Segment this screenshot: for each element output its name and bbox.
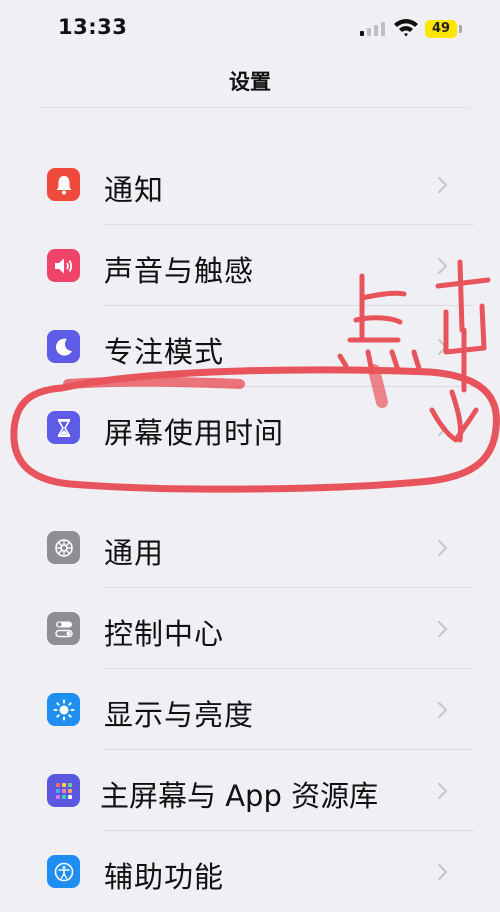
chevron-right-icon (437, 701, 448, 719)
moon-icon (47, 330, 80, 363)
gear-icon (47, 531, 80, 564)
chevron-right-icon (437, 257, 448, 275)
accessibility-icon (47, 855, 80, 888)
status-bar: 13:33 49 (0, 0, 500, 60)
settings-group-2: 通用 控制中心 显示与亮度 主屏幕与 App 资源库 辅助功能 (0, 507, 500, 912)
settings-row-label: 通知 (104, 173, 165, 207)
settings-row-label: 控制中心 (104, 617, 225, 651)
cellular-signal-icon (360, 22, 385, 36)
settings-row-display[interactable]: 显示与亮度 (0, 669, 500, 750)
settings-row-label: 显示与亮度 (104, 698, 255, 732)
chevron-right-icon (437, 863, 448, 881)
sun-icon (47, 693, 80, 726)
settings-row-accessibility[interactable]: 辅助功能 (0, 831, 500, 912)
hourglass-icon (47, 411, 80, 444)
chevron-right-icon (437, 620, 448, 638)
page-title: 设置 (229, 70, 271, 94)
chevron-right-icon (437, 176, 448, 194)
settings-row-label: 声音与触感 (104, 254, 255, 288)
chevron-right-icon (437, 782, 448, 800)
toggles-icon (47, 612, 80, 645)
settings-row-label: 专注模式 (104, 335, 225, 369)
wifi-icon (394, 19, 418, 37)
settings-row-home-screen[interactable]: 主屏幕与 App 资源库 (0, 750, 500, 831)
settings-row-control-center[interactable]: 控制中心 (0, 588, 500, 669)
battery-cap (459, 25, 462, 33)
settings-row-label: 主屏幕与 App 资源库 (100, 779, 379, 813)
settings-group-1: 通知 声音与触感 专注模式 屏幕使用时间 (0, 144, 500, 468)
chevron-right-icon (437, 539, 448, 557)
battery-level: 49 (425, 20, 457, 38)
settings-row-sounds[interactable]: 声音与触感 (0, 225, 500, 306)
speaker-icon (47, 249, 80, 282)
settings-row-general[interactable]: 通用 (0, 507, 500, 588)
app-grid-icon (47, 774, 80, 807)
settings-row-label: 辅助功能 (104, 860, 225, 894)
settings-row-screen-time[interactable]: 屏幕使用时间 (0, 387, 500, 468)
settings-row-label: 屏幕使用时间 (104, 416, 285, 450)
settings-row-notifications[interactable]: 通知 (0, 144, 500, 225)
settings-row-focus[interactable]: 专注模式 (0, 306, 500, 387)
chevron-right-icon (437, 338, 448, 356)
chevron-right-icon (437, 419, 448, 437)
bell-icon (47, 168, 80, 201)
nav-divider (40, 107, 470, 108)
settings-row-label: 通用 (104, 536, 165, 570)
status-time: 13:33 (58, 15, 128, 39)
